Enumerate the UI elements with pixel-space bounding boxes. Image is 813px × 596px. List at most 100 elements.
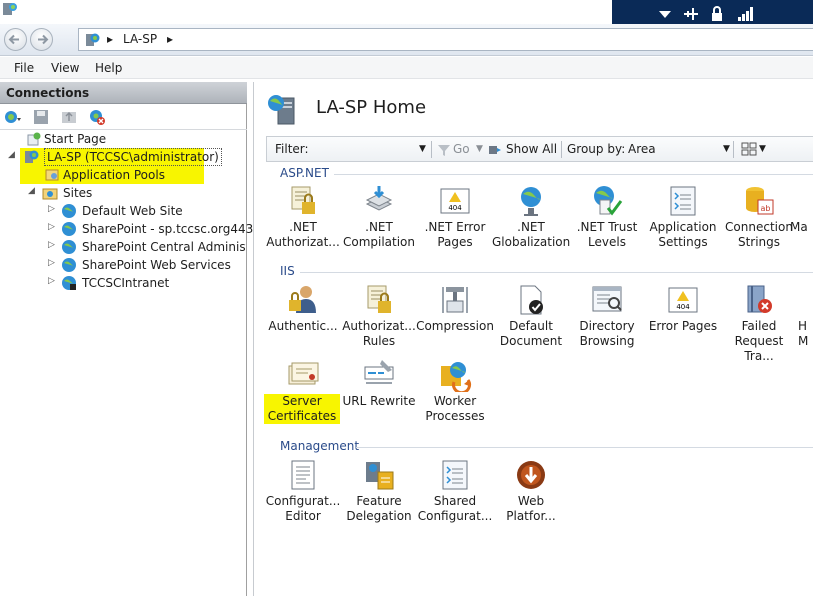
feature-url-rewrite[interactable]: URL Rewrite <box>340 358 418 409</box>
tree-item-site[interactable]: ▷ TCCSCIntranet <box>0 274 246 292</box>
expand-arrow-icon[interactable]: ▷ <box>48 204 58 216</box>
expand-arrow-icon[interactable]: ▷ <box>48 240 58 252</box>
feature-label: Default Document <box>499 319 563 348</box>
tree-label: SharePoint - sp.tccsc.org443 <box>82 222 254 236</box>
feature-label: Failed Request Tra... <box>734 319 784 363</box>
show-all-icon <box>489 146 501 154</box>
iis-app-icon <box>3 3 17 15</box>
tree-item-start-page[interactable]: Start Page <box>0 130 240 148</box>
lock-icon[interactable] <box>708 5 726 23</box>
pin-icon[interactable] <box>682 5 700 23</box>
feature-error-pages[interactable]: 404 Error Pages <box>644 283 722 334</box>
menu-file[interactable]: File <box>14 61 34 75</box>
group-divider <box>300 272 813 273</box>
feature-label: Ma <box>790 220 808 234</box>
server-icon <box>86 33 100 46</box>
feature-shared-configuration[interactable]: Shared Configurat... <box>416 458 494 524</box>
group-by-select[interactable]: Area <box>628 142 656 156</box>
tree-label: Sites <box>63 186 93 200</box>
go-dropdown-icon[interactable]: ▼ <box>476 144 483 154</box>
title-bar <box>0 0 813 28</box>
view-mode-dropdown-icon[interactable]: ▼ <box>759 144 766 154</box>
feature-failed-request-tracing[interactable]: Failed Request Tra... <box>720 283 798 364</box>
tree-item-site[interactable]: ▷ SharePoint - sp.tccsc.org443 <box>0 220 253 238</box>
tree-item-site[interactable]: ▷ Default Web Site <box>0 202 246 220</box>
feature-label: H M <box>798 319 809 348</box>
filter-input[interactable] <box>315 139 427 159</box>
signal-icon[interactable] <box>736 5 754 23</box>
feature-default-document[interactable]: Default Document <box>492 283 570 349</box>
collapse-arrow-icon[interactable]: ◢ <box>28 186 38 198</box>
feature-worker-processes[interactable]: Worker Processes <box>416 358 494 424</box>
group-label-aspnet: ASP.NET <box>280 166 329 180</box>
feature-label: Authentic... <box>268 319 338 333</box>
disconnect-icon[interactable] <box>88 108 106 126</box>
feature-net-trust-levels[interactable]: .NET Trust Levels <box>568 184 646 250</box>
menu-help[interactable]: Help <box>95 61 122 75</box>
server-home-icon <box>268 95 295 125</box>
feature-label: Directory Browsing <box>579 319 635 348</box>
back-button[interactable] <box>4 28 27 51</box>
show-all-button[interactable]: Show All <box>506 142 557 156</box>
dropdown-arrow-icon[interactable] <box>656 5 674 23</box>
application-settings-icon <box>670 186 696 216</box>
tree-item-server[interactable]: ◢ LA-SP (TCCSC\administrator) <box>0 148 240 184</box>
certificate-icon <box>288 362 319 385</box>
collapse-arrow-icon[interactable]: ◢ <box>8 150 18 162</box>
default-document-icon <box>520 285 543 315</box>
connect-icon[interactable] <box>4 108 22 126</box>
tree-item-sites[interactable]: ◢ Sites <box>0 184 240 202</box>
go-button[interactable]: Go <box>453 142 470 156</box>
expand-arrow-icon[interactable]: ▷ <box>48 222 58 234</box>
separator <box>733 141 734 158</box>
web-platform-installer-icon <box>517 461 545 489</box>
save-icon[interactable] <box>32 108 50 126</box>
breadcrumb-separator[interactable]: ▸ <box>107 32 113 46</box>
feature-machine-key[interactable]: Ma <box>790 184 813 235</box>
expand-arrow-icon[interactable]: ▷ <box>48 258 58 270</box>
feature-directory-browsing[interactable]: Directory Browsing <box>568 283 646 349</box>
connections-header: Connections <box>0 82 247 104</box>
feature-web-platform-installer[interactable]: Web Platfor... <box>492 458 570 524</box>
feature-feature-delegation[interactable]: Feature Delegation <box>340 458 418 524</box>
up-level-icon[interactable] <box>60 108 78 126</box>
address-path[interactable]: ▸ LA-SP ▸ <box>78 28 813 51</box>
worker-processes-icon <box>441 362 472 392</box>
group-divider <box>334 174 813 175</box>
feature-server-certificates[interactable]: Server Certificates <box>263 358 342 424</box>
tree-item-site[interactable]: ▷ SharePoint Web Services <box>0 256 246 274</box>
globalization-globe-icon <box>521 187 541 216</box>
tree-item-application-pools[interactable]: Application Pools <box>0 166 240 184</box>
feature-net-globalization[interactable]: .NET Globalization <box>492 184 570 250</box>
filter-bar: Filter: ▼ Go ▼ Show All Group by: Area ▼… <box>266 136 813 162</box>
tree-item-site[interactable]: ▷ SharePoint Central Administrat <box>0 238 246 256</box>
view-mode-icon[interactable] <box>741 142 757 157</box>
feature-connection-strings[interactable]: ab Connection Strings <box>720 184 798 250</box>
group-by-dropdown-icon[interactable]: ▼ <box>723 144 730 154</box>
feature-authentication[interactable]: Authentic... <box>264 283 342 334</box>
feature-label: .NET Authorizat... <box>266 220 340 249</box>
feature-net-compilation[interactable]: .NET Compilation <box>340 184 418 250</box>
menu-bar: File View Help <box>0 57 813 79</box>
feature-net-error-pages[interactable]: 404 .NET Error Pages <box>416 184 494 250</box>
expand-arrow-icon[interactable]: ▷ <box>48 276 58 288</box>
breadcrumb-separator[interactable]: ▸ <box>167 32 173 46</box>
feature-delegation-icon <box>366 462 394 490</box>
menu-view[interactable]: View <box>51 61 79 75</box>
globe-stopped-icon <box>62 276 76 290</box>
server-icon <box>25 150 39 163</box>
globe-icon <box>62 240 76 254</box>
breadcrumb-server[interactable]: LA-SP <box>123 32 157 46</box>
connections-title: Connections <box>6 86 90 100</box>
feature-net-authorization[interactable]: .NET Authorizat... <box>264 184 342 250</box>
forward-button[interactable] <box>30 28 53 51</box>
compilation-stack-icon <box>365 186 393 211</box>
filter-dropdown-icon[interactable]: ▼ <box>419 144 426 154</box>
tree-label: Application Pools <box>63 168 165 182</box>
feature-configuration-editor[interactable]: Configurat... Editor <box>264 458 342 524</box>
feature-compression[interactable]: Compression <box>416 283 494 334</box>
feature-authorization-rules[interactable]: Authorizat... Rules <box>340 283 418 349</box>
feature-handler-mappings[interactable]: H M <box>798 283 813 349</box>
feature-label: Shared Configurat... <box>417 494 493 523</box>
feature-application-settings[interactable]: Application Settings <box>644 184 722 250</box>
